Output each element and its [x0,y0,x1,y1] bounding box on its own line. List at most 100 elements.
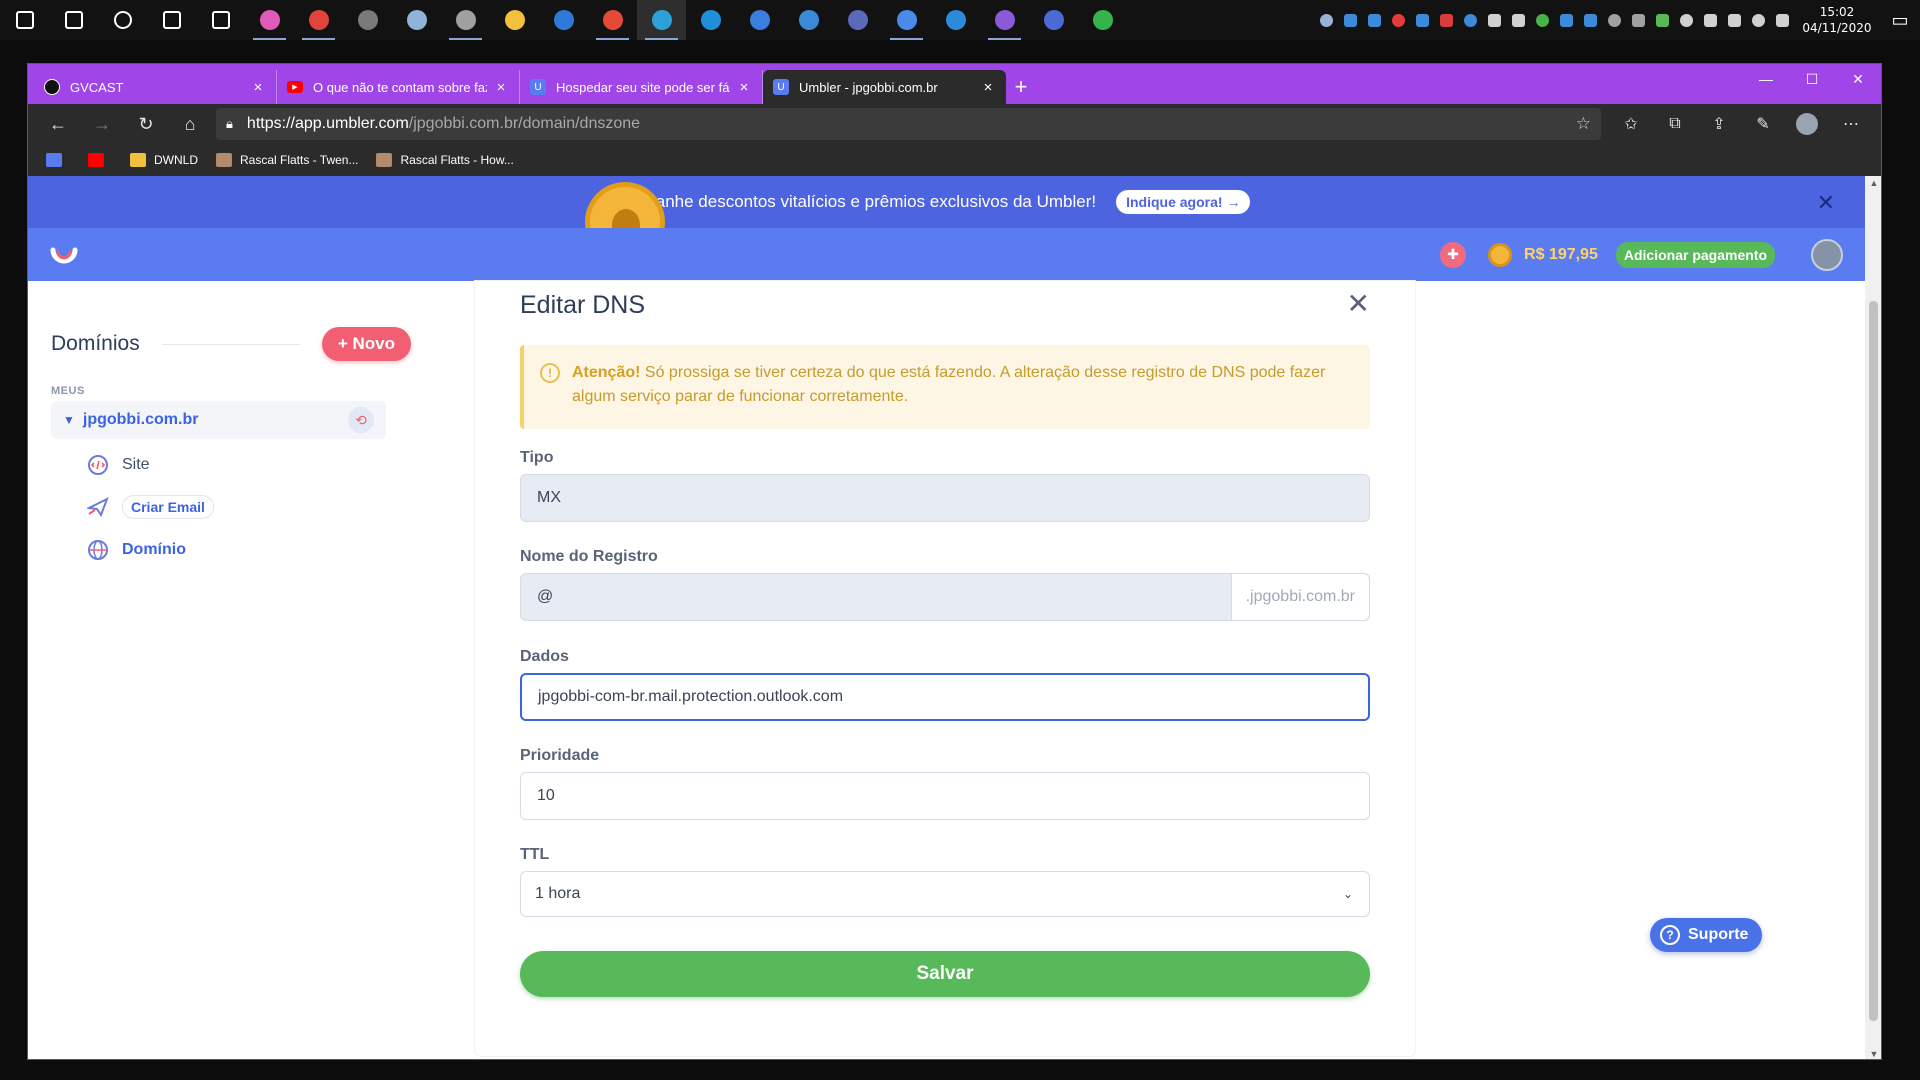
scroll-up-icon[interactable]: ▲ [1865,178,1881,188]
tray-icon[interactable] [1746,0,1770,40]
tray-icon[interactable] [1650,0,1674,40]
bookmark-favicon-icon [376,153,393,167]
remote-desktop-icon[interactable] [784,0,833,40]
new-tab-button[interactable]: + [1006,70,1036,104]
scroll-down-icon[interactable]: ▼ [1865,1049,1881,1059]
tab-close-icon[interactable]: × [736,79,752,96]
ttl-select[interactable]: 1 hora ⌄ [520,871,1370,917]
vscode-icon[interactable] [931,0,980,40]
tray-icon[interactable] [1770,0,1794,40]
back-arrow-icon[interactable]: ← [36,106,80,142]
browser-tab[interactable]: GVCAST × [34,70,277,104]
profile-avatar-icon[interactable] [1785,106,1829,142]
paint-tool-icon[interactable] [294,0,343,40]
tray-icon[interactable] [1722,0,1746,40]
photos-icon[interactable] [441,0,490,40]
tray-icon[interactable] [1434,0,1458,40]
refresh-icon[interactable]: ↻ [124,106,168,142]
feedback-icon[interactable]: ✎ [1741,106,1785,142]
sidebar-item-site[interactable]: Site [86,453,150,477]
notes-icon[interactable] [392,0,441,40]
tray-icon[interactable] [1674,0,1698,40]
bookmark-item[interactable]: Rascal Flatts - How... [370,148,519,172]
gift-icon[interactable]: ✚ [1440,241,1467,268]
cortana-icon[interactable] [98,0,147,40]
save-button[interactable]: Salvar [520,951,1370,997]
tray-icon[interactable] [1554,0,1578,40]
tray-icon[interactable] [1386,0,1410,40]
color-drop-icon[interactable] [245,0,294,40]
sidebar-item-email[interactable]: Criar Email [86,495,214,519]
umbler-logo-icon[interactable] [48,238,80,270]
search-icon[interactable] [49,0,98,40]
tray-icon[interactable] [1338,0,1362,40]
notification-center-icon[interactable]: ▭ [1880,0,1920,40]
address-bar[interactable]: 🔒︎ https://app.umbler.com/jpgobbi.com.br… [216,108,1601,140]
bookmark-item[interactable] [40,148,76,172]
tab-close-icon[interactable]: × [980,79,996,96]
tray-icon[interactable] [1506,0,1530,40]
sidebar-item-domain[interactable]: Domínio [86,538,186,562]
tray-icon[interactable] [1458,0,1482,40]
windows-start-icon[interactable] [0,0,49,40]
tab-close-icon[interactable]: × [493,79,509,96]
favorites-icon[interactable]: ✩ [1609,106,1653,142]
task-view-icon[interactable] [147,0,196,40]
home-icon[interactable]: ⌂ [168,106,212,142]
tray-icon[interactable] [1578,0,1602,40]
add-payment-button[interactable]: Adicionar pagamento [1615,241,1775,268]
tray-icon[interactable] [1410,0,1434,40]
bookmark-item[interactable]: Rascal Flatts - Twen... [210,148,364,172]
edge-icon[interactable] [637,0,686,40]
page-scrollbar[interactable]: ▲ ▼ [1865,176,1881,1059]
tray-icon[interactable] [1602,0,1626,40]
settings-app-icon[interactable] [539,0,588,40]
more-menu-icon[interactable]: ⋯ [1829,106,1873,142]
tray-icon[interactable] [1362,0,1386,40]
sync-icon[interactable]: ⟲ [348,407,374,433]
minimize-icon[interactable]: — [1743,64,1789,94]
collections-icon[interactable]: ⧉ [1653,106,1697,142]
priority-input[interactable]: 10 [520,772,1370,820]
calculator-icon[interactable] [343,0,392,40]
share-icon[interactable]: ⇪ [1697,106,1741,142]
scroll-thumb[interactable] [1869,301,1878,1021]
tab-close-icon[interactable]: × [250,79,266,96]
tray-icon[interactable] [1626,0,1650,40]
create-email-button[interactable]: Criar Email [122,495,214,519]
user-avatar[interactable] [1811,238,1843,271]
browser-tab[interactable]: U Hospedar seu site pode ser fácil × [520,70,763,104]
todo-icon[interactable] [735,0,784,40]
favorite-star-icon[interactable]: ☆ [1576,114,1591,134]
bookmark-item[interactable] [82,148,118,172]
data-input[interactable]: jpgobbi-com-br.mail.protection.outlook.c… [520,673,1370,721]
domain-item-jpgobbi[interactable]: ▼ jpgobbi.com.br ⟲ [51,401,386,439]
support-button[interactable]: ? Suporte [1650,918,1763,952]
settings-gear-icon[interactable] [196,0,245,40]
banner-close-icon[interactable]: ✕ [1817,190,1835,216]
bookmark-item[interactable]: DWNLD [124,148,204,172]
tray-icon[interactable] [1314,0,1338,40]
messenger-icon[interactable] [882,0,931,40]
taskbar-clock[interactable]: 15:02 04/11/2020 [1794,4,1880,36]
referral-cta-button[interactable]: Indique agora! → [1116,190,1251,214]
file-explorer-icon[interactable] [490,0,539,40]
browser-tab[interactable]: U Umbler - jpgobbi.com.br × [763,70,1006,104]
new-domain-button[interactable]: + Novo [321,327,411,361]
twitch-icon[interactable] [980,0,1029,40]
forward-arrow-icon[interactable]: → [80,106,124,142]
tray-icon[interactable] [1698,0,1722,40]
plus-icon: + [337,334,348,353]
tray-icon[interactable] [1530,0,1554,40]
skype-icon[interactable] [686,0,735,40]
network-app-icon[interactable] [1029,0,1078,40]
whatsapp-icon[interactable] [1078,0,1127,40]
modal-close-icon[interactable]: ✕ [1347,287,1370,320]
browser-tab[interactable]: ▶ O que não te contam sobre fazer × [277,70,520,104]
maximize-icon[interactable]: ☐ [1789,64,1835,94]
chrome-icon[interactable] [588,0,637,40]
tray-icon[interactable] [1482,0,1506,40]
twitch-icon-glyph [994,10,1015,30]
close-window-icon[interactable]: ✕ [1835,64,1881,94]
vpn-icon[interactable] [833,0,882,40]
